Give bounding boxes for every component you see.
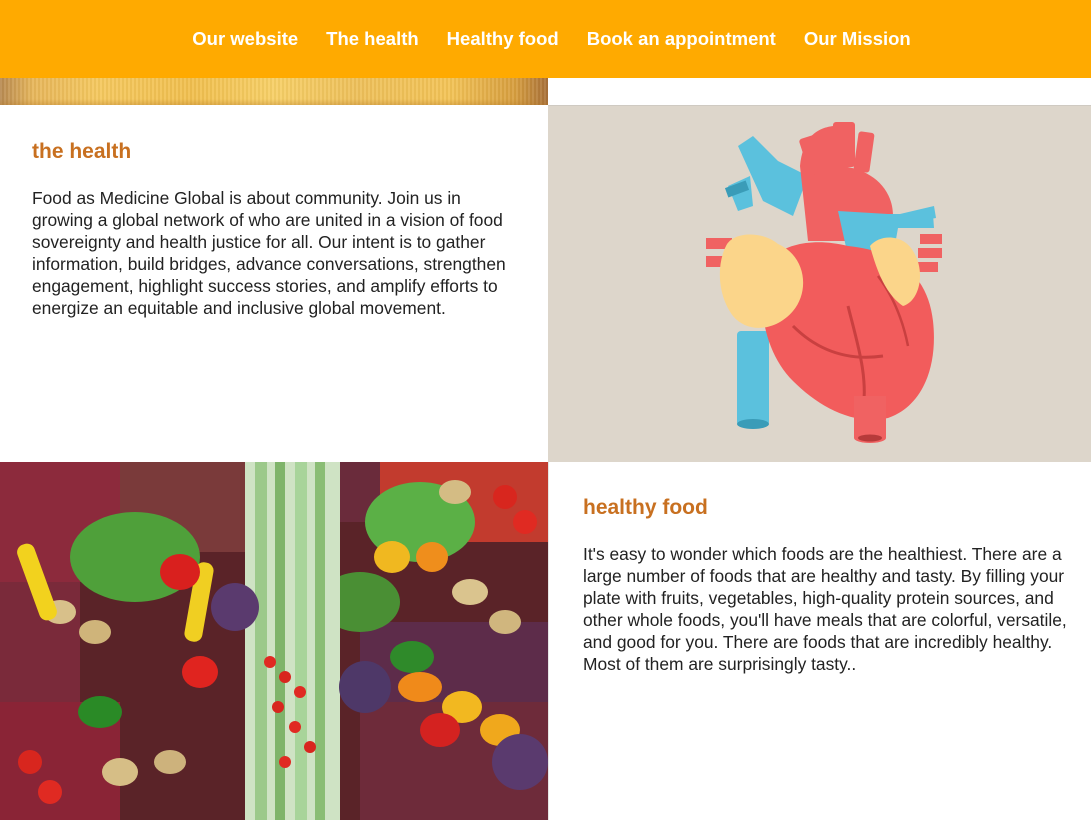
pulmonary-vein [920,234,942,244]
health-heading: the health [32,140,132,163]
nav-link-our-mission[interactable]: Our Mission [790,28,925,50]
top-navigation-bar: Our website The health Healthy food Book… [0,0,1091,78]
healthy-food-section: healthy food It's easy to wonder which f… [548,462,1091,820]
vegetables-photo [0,462,548,820]
nav-link-our-website[interactable]: Our website [178,28,312,50]
nav-link-the-health[interactable]: The health [312,28,433,50]
health-body-text: Food as Medicine Global is about communi… [32,188,506,318]
nav-link-healthy-food[interactable]: Healthy food [433,28,573,50]
main-nav: Our website The health Healthy food Book… [178,28,924,50]
vena-cava-lower [737,331,769,426]
health-section: the health Food as Medicine Global is ab… [0,106,548,462]
healthy-food-body-text: It's easy to wonder which foods are the … [583,544,1067,674]
nav-link-book-appointment[interactable]: Book an appointment [573,28,790,50]
vegetables-image [0,462,548,820]
heart-graphic [706,122,942,443]
healthy-food-heading: healthy food [583,496,708,519]
hero-image-strip [0,78,548,105]
heart-illustration [548,106,1091,462]
